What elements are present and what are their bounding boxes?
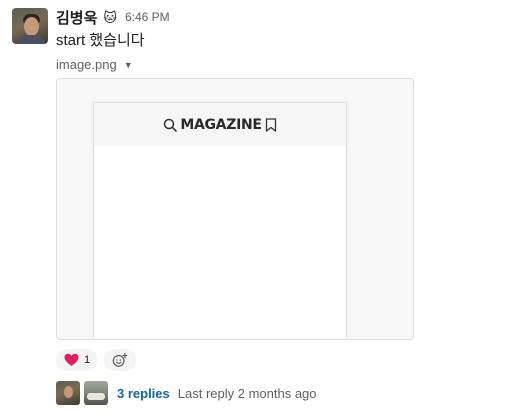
reactions-bar: 1 xyxy=(56,349,137,371)
phone-screenshot: MAGAZINE xyxy=(93,102,347,339)
magazine-title: MAGAZINE xyxy=(180,116,262,133)
sender-avatar[interactable] xyxy=(12,8,48,44)
file-name: image.png xyxy=(56,57,117,72)
avatar-shirt xyxy=(17,35,45,44)
bookmark-icon xyxy=(265,117,276,132)
heart-icon xyxy=(64,353,79,366)
last-reply-text: Last reply 2 months ago xyxy=(177,385,317,401)
caret-down-icon: ▼ xyxy=(123,59,133,70)
add-emoji-icon xyxy=(112,353,128,367)
reaction-count: 1 xyxy=(84,354,91,366)
search-icon xyxy=(164,118,178,132)
magazine-header: MAGAZINE xyxy=(94,103,346,146)
reply-avatar-car xyxy=(87,393,105,400)
add-reaction-button[interactable] xyxy=(104,349,137,371)
avatar-face xyxy=(24,17,39,36)
replies-link[interactable]: 3 replies xyxy=(117,386,170,401)
reply-avatar xyxy=(56,381,80,405)
sender-name[interactable]: 김병욱 xyxy=(56,7,97,28)
file-name-toggle[interactable]: image.png ▼ xyxy=(56,57,133,72)
reaction-heart[interactable]: 1 xyxy=(56,349,99,371)
thread-summary[interactable]: 3 replies Last reply 2 months ago xyxy=(56,381,317,405)
status-emoji-icon: 🐱 xyxy=(103,9,117,25)
reply-avatar xyxy=(84,381,108,405)
message-header: 김병욱 🐱 6:46 PM xyxy=(56,7,170,27)
reply-avatar-face xyxy=(64,386,73,398)
image-preview[interactable]: MAGAZINE xyxy=(56,78,414,340)
message-timestamp[interactable]: 6:46 PM xyxy=(125,10,170,24)
message-text: start 했습니다 xyxy=(56,32,145,49)
